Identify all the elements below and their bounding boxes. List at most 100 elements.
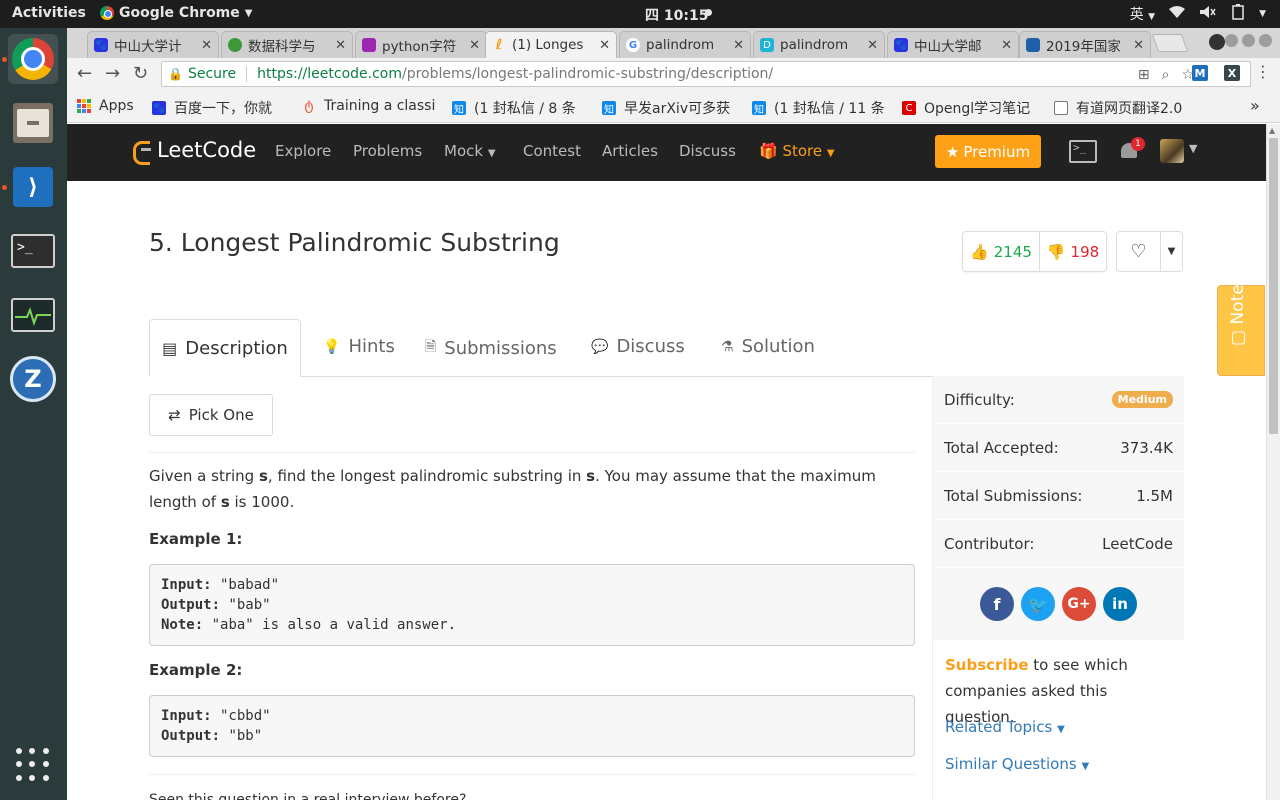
linkedin-icon[interactable]: in — [1103, 587, 1137, 621]
tab-label: Solution — [741, 336, 815, 357]
dock-files[interactable] — [8, 98, 58, 148]
back-arrow-icon[interactable]: ← — [77, 63, 92, 84]
tab-hints[interactable]: 💡 Hints — [323, 336, 395, 357]
example-output-line: Output: "bb" — [161, 726, 903, 746]
menu-icon[interactable]: ⋮ — [1255, 62, 1271, 81]
caret-down-icon[interactable]: ▼ — [1189, 142, 1197, 155]
avatar[interactable] — [1160, 139, 1184, 163]
close-icon[interactable]: ✕ — [469, 38, 480, 53]
related-topics-toggle[interactable]: Related Topics ▼ — [945, 718, 1065, 736]
minimize-button[interactable] — [1225, 34, 1238, 47]
browser-tab[interactable]: D palindrom ✕ — [753, 31, 885, 58]
browser-tab[interactable]: 2019年国家 ✕ — [1019, 31, 1151, 58]
input-method-indicator[interactable]: 英 ▼ — [1130, 4, 1155, 24]
nav-store[interactable]: 🎁 Store ▼ — [759, 142, 835, 160]
nav-contest[interactable]: Contest — [523, 142, 581, 160]
page-scrollbar[interactable]: ▲ — [1266, 124, 1280, 800]
tab-description[interactable]: ▤ Description — [149, 319, 301, 377]
bookmark-item[interactable]: 🐾 百度一下，你就 — [152, 98, 272, 118]
volume-icon[interactable] — [1199, 5, 1217, 23]
subscribe-link[interactable]: Subscribe — [945, 656, 1029, 674]
notes-tab[interactable]: ▢ Notes — [1217, 275, 1265, 376]
zoom-icon[interactable]: ⌕ — [1162, 67, 1170, 83]
tab-discuss[interactable]: 💬 Discuss — [591, 336, 685, 357]
notifications-bell[interactable]: 1 — [1119, 137, 1145, 162]
nav-store-label: Store — [782, 142, 823, 160]
dock-system-monitor[interactable] — [8, 290, 58, 340]
close-icon[interactable]: ✕ — [1133, 38, 1144, 53]
browser-tab-active[interactable]: ℓ (1) Longes ✕ — [485, 31, 617, 58]
chrome-icon — [100, 6, 114, 20]
battery-icon[interactable] — [1231, 4, 1245, 24]
flask-icon: ⚗ — [721, 338, 734, 355]
facebook-icon[interactable]: f — [980, 587, 1014, 621]
extension-m-icon[interactable]: M — [1192, 65, 1208, 81]
bookmark-item[interactable]: 有道网页翻译2.0 — [1054, 98, 1182, 118]
dock-terminal[interactable]: >_ — [8, 226, 58, 276]
similar-questions-toggle[interactable]: Similar Questions ▼ — [945, 755, 1089, 773]
bookmark-item[interactable]: ტ Training a classi — [302, 98, 435, 114]
browser-tab[interactable]: python字符 ✕ — [355, 31, 487, 58]
interview-question-prompt: Seen this question in a real interview b… — [149, 792, 467, 800]
close-window-button[interactable] — [1259, 34, 1272, 47]
bookmark-item[interactable]: 知 (1 封私信 / 8 条 — [452, 98, 576, 118]
chevron-down-icon[interactable]: ▼ — [1259, 9, 1266, 19]
close-icon[interactable]: ✕ — [733, 38, 744, 53]
premium-label: Premium — [963, 142, 1031, 161]
close-icon[interactable]: ✕ — [201, 38, 212, 53]
page-icon — [1054, 101, 1068, 115]
contributor-value[interactable]: LeetCode — [1102, 535, 1173, 553]
wifi-icon[interactable] — [1169, 5, 1186, 23]
close-icon[interactable]: ✕ — [867, 38, 878, 53]
new-tab-button[interactable] — [1151, 34, 1189, 52]
browser-tab[interactable]: 🐾 中山大学邮 ✕ — [887, 31, 1019, 58]
scroll-up-arrow[interactable]: ▲ — [1269, 126, 1275, 135]
bookmark-item[interactable]: C Opengl学习笔记 — [902, 98, 1030, 118]
translate-icon[interactable]: ⊞ — [1138, 67, 1150, 83]
playground-icon[interactable] — [1069, 140, 1097, 163]
browser-tab[interactable]: 数据科学与 ✕ — [221, 31, 353, 58]
extension-x-icon[interactable]: X — [1224, 65, 1240, 81]
tab-submissions[interactable]: 🗎 Submissions — [425, 336, 557, 360]
forward-arrow-icon[interactable]: → — [105, 63, 120, 84]
nav-discuss[interactable]: Discuss — [679, 142, 736, 160]
dock-vscode[interactable]: ⟩ — [8, 162, 58, 212]
scrollbar-thumb[interactable] — [1269, 138, 1278, 434]
close-icon[interactable]: ✕ — [1001, 38, 1012, 53]
premium-button[interactable]: ★ Premium — [935, 135, 1041, 168]
nav-problems[interactable]: Problems — [353, 142, 422, 160]
show-applications-button[interactable] — [8, 740, 58, 790]
reload-icon[interactable]: ↻ — [133, 63, 148, 84]
tab-solution[interactable]: ⚗ Solution — [721, 336, 815, 357]
activities-button[interactable]: Activities — [12, 5, 86, 21]
browser-tab[interactable]: G palindrom ✕ — [619, 31, 751, 58]
browser-tab[interactable]: 🐾 中山大学计 ✕ — [87, 31, 219, 58]
dock-chrome[interactable] — [8, 34, 58, 84]
bookmark-item[interactable]: 知 早发arXiv可多获 — [602, 98, 730, 118]
dock-app[interactable]: Z — [8, 354, 58, 404]
clock[interactable]: 四 10:15 — [645, 5, 708, 25]
favorite-button[interactable]: ♡ — [1117, 232, 1161, 271]
close-icon[interactable]: ✕ — [335, 38, 346, 53]
bookmarks-overflow-button[interactable]: » — [1250, 96, 1260, 115]
google-plus-icon[interactable]: G+ — [1062, 587, 1096, 621]
close-icon[interactable]: ✕ — [599, 38, 610, 53]
bookmark-item[interactable]: 知 (1 封私信 / 11 条 — [752, 98, 885, 118]
pick-one-button[interactable]: ⇄ Pick One — [149, 394, 273, 436]
shuffle-icon: ⇄ — [168, 406, 181, 424]
bookmark-apps[interactable]: Apps — [77, 98, 134, 114]
submissions-value: 1.5M — [1136, 486, 1173, 505]
nav-explore[interactable]: Explore — [275, 142, 331, 160]
profile-icon[interactable] — [1209, 34, 1225, 50]
like-button[interactable]: 👍 2145 — [963, 232, 1040, 271]
leetcode-logo[interactable]: LeetCode — [133, 138, 256, 165]
nav-mock[interactable]: Mock ▼ — [444, 142, 496, 160]
system-tray[interactable]: 英 ▼ ▼ — [1130, 4, 1266, 24]
maximize-button[interactable] — [1242, 34, 1255, 47]
app-menu[interactable]: Google Chrome ▼ — [100, 5, 252, 21]
address-bar[interactable]: 🔒 Secure https://leetcode.com/problems/l… — [161, 61, 1251, 87]
favorite-dropdown-button[interactable]: ▼ — [1161, 232, 1182, 271]
nav-articles[interactable]: Articles — [602, 142, 658, 160]
twitter-icon[interactable]: 🐦 — [1021, 587, 1055, 621]
dislike-button[interactable]: 👎 198 — [1040, 232, 1106, 271]
